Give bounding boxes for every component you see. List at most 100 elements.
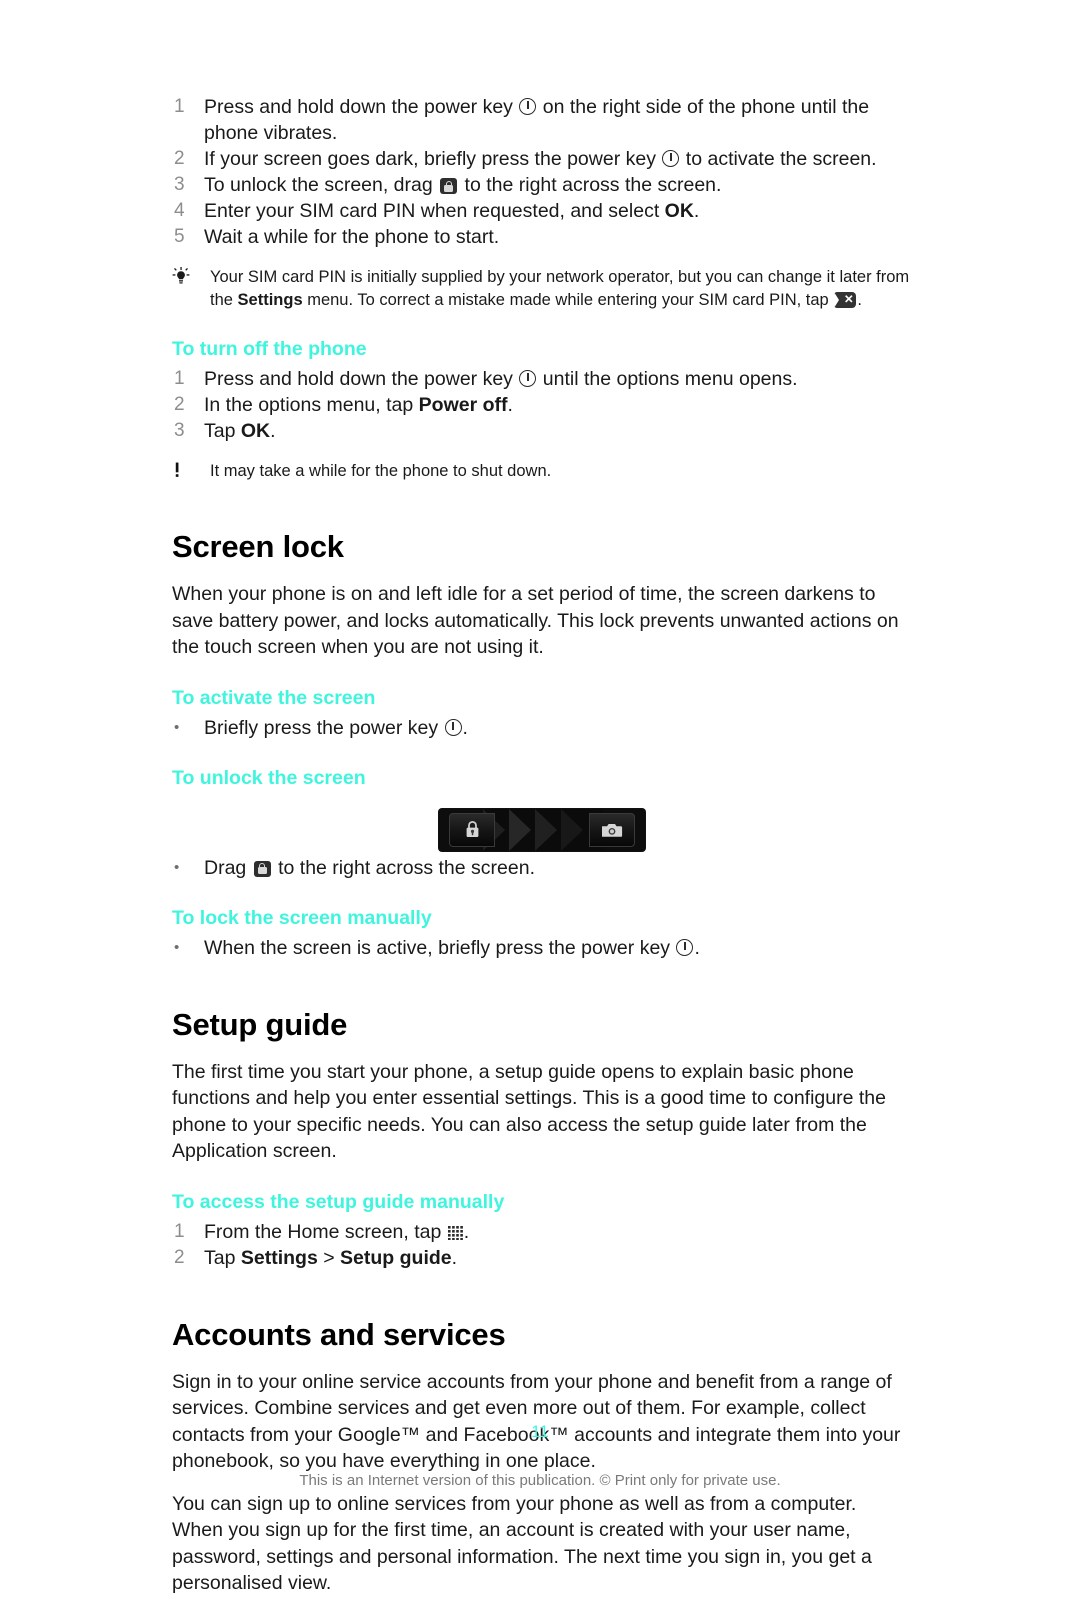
page-title-setup-guide: Setup guide — [172, 1006, 348, 1042]
tip-text-bold: Settings — [237, 291, 303, 309]
bullet-text-pre: Briefly press the power key — [204, 716, 444, 739]
app-drawer-grid-icon — [447, 1225, 463, 1240]
step-text-pre: Press and hold down the power key — [204, 368, 519, 390]
step-text: Tap OK. — [204, 418, 912, 444]
tip-lightbulb-icon — [172, 266, 210, 287]
tip-text-part3: . — [857, 291, 862, 309]
page-title-accounts-and-services: Accounts and services — [172, 1316, 506, 1352]
lockscreen-slider-figure — [172, 808, 912, 851]
list-item: 1 From the Home screen, tap . — [172, 1219, 912, 1245]
list-item: 4 Enter your SIM card PIN when requested… — [172, 198, 912, 224]
step-text-post: . — [270, 420, 276, 442]
power-key-icon — [662, 150, 680, 167]
step-text-pre: If your screen goes dark, briefly press … — [204, 148, 662, 170]
bullet-text-post: . — [694, 936, 700, 959]
tip-note-sim-pin: Your SIM card PIN is initially supplied … — [172, 266, 912, 312]
step-text: From the Home screen, tap . — [204, 1219, 912, 1245]
step-text: Wait a while for the phone to start. — [204, 226, 500, 248]
padlock-icon — [466, 821, 478, 837]
step-text-pre: Tap — [204, 420, 241, 442]
setup-guide-steps-list: 1 From the Home screen, tap . 2 Tap Sett… — [172, 1219, 912, 1271]
step-number: 1 — [174, 1220, 185, 1242]
subheading-unlock-screen: To unlock the screen — [172, 766, 366, 789]
step-text-pre: Tap — [204, 1246, 241, 1269]
lockscreen-unlock-handle[interactable] — [449, 812, 495, 847]
warning-note-shutdown: It may take a while for the phone to shu… — [172, 460, 912, 483]
step-text-post: . — [463, 1220, 470, 1243]
camera-icon — [601, 823, 622, 837]
step-text: If your screen goes dark, briefly press … — [204, 146, 912, 172]
step-text-bold-settings: Settings — [240, 1246, 318, 1269]
step-text-pre: In the options menu, tap — [204, 394, 419, 416]
list-item: 3 To unlock the screen, drag to the righ… — [172, 172, 912, 198]
tip-note-text: Your SIM card PIN is initially supplied … — [210, 266, 912, 312]
step-number: 3 — [174, 174, 185, 195]
subheading-access-setup-guide: To access the setup guide manually — [172, 1190, 505, 1213]
lockscreen-slider-bar — [439, 808, 645, 851]
step-text: Press and hold down the power key until … — [204, 366, 912, 392]
bullet-text-post: to the right across the screen. — [272, 856, 535, 879]
bullet-text: Drag to the right across the screen. — [204, 855, 912, 881]
step-text-post: . — [507, 394, 513, 416]
bullet-marker: • — [174, 718, 180, 736]
accounts-paragraph-2: You can sign up to online services from … — [172, 1492, 872, 1595]
warning-exclamation-icon — [172, 460, 210, 481]
step-text-post: . — [693, 200, 700, 222]
screen-lock-intro-paragraph: When your phone is on and left idle for … — [172, 583, 899, 658]
subheading-lock-screen-manually: To lock the screen manually — [172, 906, 432, 929]
setup-guide-intro-paragraph: The first time you start your phone, a s… — [172, 1060, 886, 1163]
startup-steps-list: 1 Press and hold down the power key on t… — [172, 94, 912, 250]
page-title-screen-lock: Screen lock — [172, 529, 344, 564]
step-text: Tap Settings > Setup guide. — [204, 1245, 912, 1271]
list-item: • When the screen is active, briefly pre… — [172, 935, 912, 961]
delete-key-icon: ✕ — [834, 292, 857, 308]
bullet-text-pre: Drag — [204, 856, 252, 879]
list-item: 1 Press and hold down the power key on t… — [172, 94, 912, 146]
list-item: • Briefly press the power key . — [172, 715, 912, 741]
step-text-bold: OK — [664, 200, 694, 222]
tip-text-part2: menu. To correct a mistake made while en… — [302, 291, 834, 309]
lock-chip-icon — [253, 860, 271, 877]
subheading-activate-screen: To activate the screen — [172, 686, 376, 709]
bullet-text-post: . — [462, 716, 468, 739]
step-text-pre: Enter your SIM card PIN when requested, … — [204, 200, 665, 222]
step-text-bold-setup-guide: Setup guide — [340, 1246, 452, 1269]
list-item: 2 In the options menu, tap Power off. — [172, 392, 912, 418]
turn-off-steps-list: 1 Press and hold down the power key unti… — [172, 366, 912, 444]
step-text-separator: > — [317, 1246, 341, 1269]
step-text-post: . — [451, 1246, 458, 1269]
step-number: 2 — [174, 1246, 185, 1268]
step-text-bold: Power off — [418, 394, 508, 416]
step-text-pre: From the Home screen, tap — [204, 1220, 447, 1243]
lock-chip-icon — [440, 178, 458, 194]
bullet-text: Briefly press the power key . — [204, 715, 912, 741]
power-key-icon — [519, 370, 537, 387]
page-number: 11 — [531, 1422, 549, 1441]
list-item: 2 If your screen goes dark, briefly pres… — [172, 146, 912, 172]
page-content: 1 Press and hold down the power key on t… — [172, 94, 912, 1597]
power-key-icon — [444, 718, 462, 736]
bullet-marker: • — [174, 938, 180, 956]
step-text-pre: Press and hold down the power key — [204, 96, 519, 118]
step-number: 2 — [174, 394, 185, 415]
step-text-pre: To unlock the screen, drag — [204, 174, 439, 196]
list-item: 5 Wait a while for the phone to start. — [172, 224, 912, 250]
step-number: 5 — [174, 226, 185, 247]
step-text: In the options menu, tap Power off. — [204, 392, 912, 418]
subheading-turn-off-phone: To turn off the phone — [172, 338, 367, 360]
list-item: 3 Tap OK. — [172, 418, 912, 444]
step-text-post: until the options menu opens. — [537, 368, 798, 390]
list-item: 2 Tap Settings > Setup guide. — [172, 1245, 912, 1271]
list-item: 1 Press and hold down the power key unti… — [172, 366, 912, 392]
lockscreen-camera-handle[interactable] — [589, 812, 635, 847]
step-text-bold: OK — [240, 420, 271, 442]
delete-key-x-glyph: ✕ — [843, 294, 854, 306]
step-text: Press and hold down the power key on the… — [204, 94, 912, 146]
bullet-text-pre: When the screen is active, briefly press… — [204, 936, 676, 959]
step-number: 2 — [174, 148, 185, 169]
step-number: 1 — [174, 96, 185, 117]
list-item: • Drag to the right across the screen. — [172, 855, 912, 881]
power-key-icon — [519, 98, 537, 115]
step-number: 1 — [174, 368, 185, 389]
power-key-icon — [676, 938, 694, 956]
